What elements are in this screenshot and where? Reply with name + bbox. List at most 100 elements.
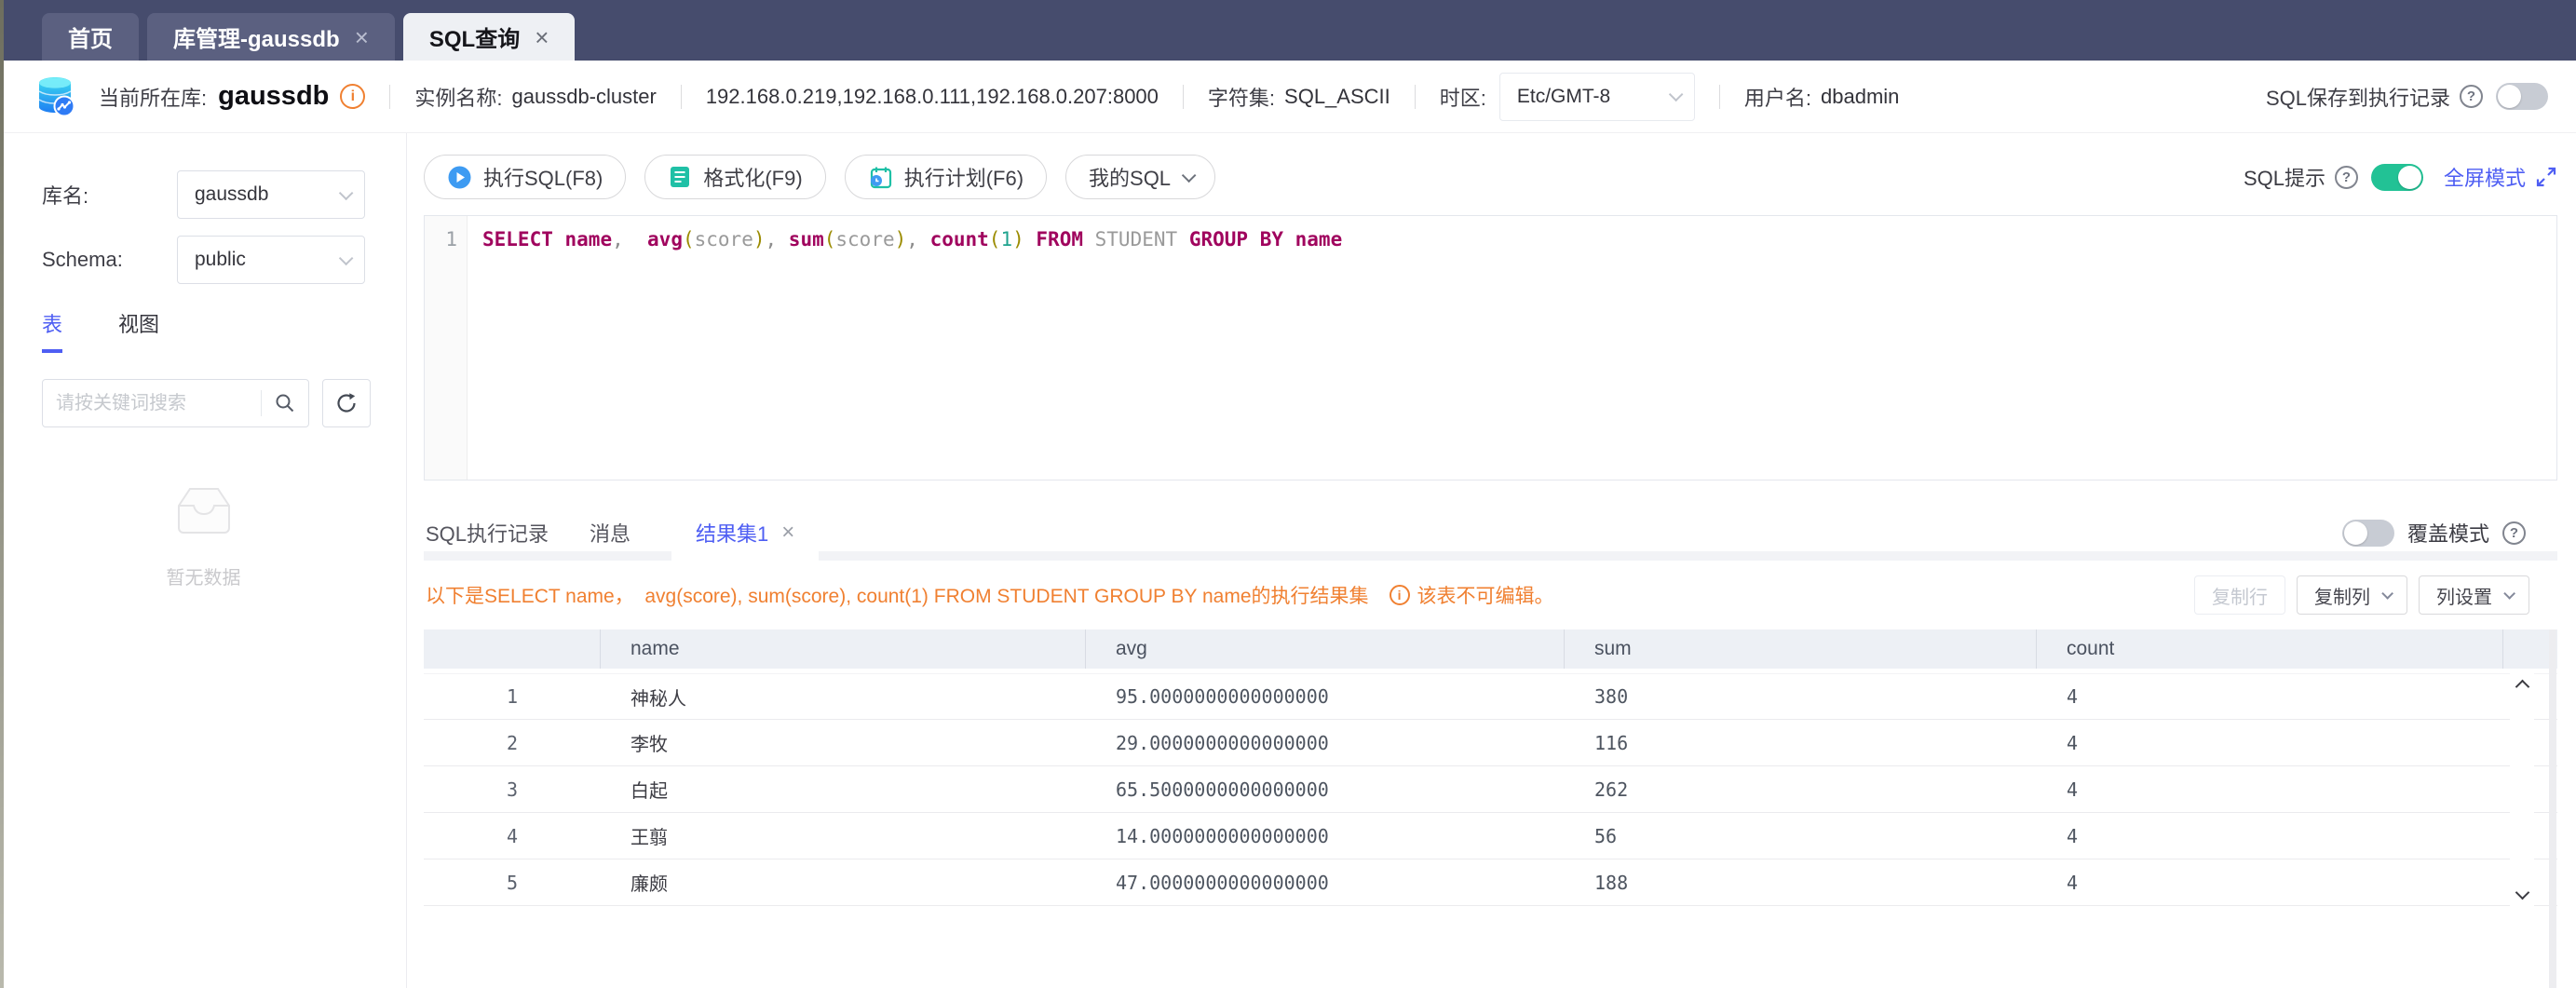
cell-sum[interactable]: 56	[1565, 825, 2037, 847]
scroll-up-icon[interactable]	[2515, 679, 2529, 695]
cell-avg[interactable]: 65.5000000000000000	[1086, 778, 1565, 801]
info-icon[interactable]: i	[340, 84, 366, 109]
header-name[interactable]: name	[601, 629, 1086, 669]
my-sql-button[interactable]: 我的SQL	[1065, 155, 1216, 199]
tab-db-management-label: 库管理-gaussdb	[173, 27, 340, 52]
table-scrollbar[interactable]	[2510, 673, 2534, 906]
db-select[interactable]: gaussdb	[177, 170, 365, 219]
table-row[interactable]: 1 神秘人 95.0000000000000000 380 4	[424, 673, 2557, 720]
header-avg[interactable]: avg	[1086, 629, 1565, 669]
charset-label: 字符集:	[1207, 86, 1276, 110]
format-sql-button[interactable]: 格式化(F9)	[644, 155, 826, 199]
divider	[1182, 84, 1184, 109]
play-icon	[448, 166, 471, 188]
sql-code-line: SELECT name, avg(score), sum(score), cou…	[482, 228, 1343, 250]
fullscreen-button[interactable]: 全屏模式	[2444, 162, 2557, 192]
save-history-label: SQL保存到执行记录	[2265, 86, 2450, 110]
question-icon[interactable]: ?	[2460, 85, 2483, 108]
format-label: 格式化(F9)	[703, 167, 803, 190]
result-message-row: 以下是SELECT name， avg(score), sum(score), …	[424, 574, 2557, 616]
cell-name[interactable]: 廉颇	[601, 869, 1086, 896]
tab-home[interactable]: 首页	[42, 13, 139, 61]
sql-hint-toggle[interactable]	[2370, 163, 2423, 191]
table-row[interactable]: 3 白起 65.5000000000000000 262 4	[424, 766, 2557, 813]
readonly-note-text: 该表不可编辑。	[1417, 586, 1554, 607]
table-row[interactable]: 5 廉颇 47.0000000000000000 188 4	[424, 859, 2557, 906]
cell-avg[interactable]: 47.0000000000000000	[1086, 872, 1565, 894]
cell-sum[interactable]: 116	[1565, 732, 2037, 754]
question-icon[interactable]: ?	[2502, 521, 2526, 545]
schema-select-label: Schema:	[42, 248, 123, 271]
tab-sql-history[interactable]: SQL执行记录	[426, 505, 549, 561]
fullscreen-icon	[2536, 167, 2556, 187]
tab-messages[interactable]: 消息	[590, 505, 630, 561]
run-sql-label: 执行SQL(F8)	[483, 167, 603, 190]
overwrite-toggle[interactable]	[2341, 519, 2394, 547]
run-sql-button[interactable]: 执行SQL(F8)	[424, 155, 627, 199]
cell-avg[interactable]: 29.0000000000000000	[1086, 732, 1565, 754]
table-row[interactable]: 4 王翦 14.0000000000000000 56 4	[424, 813, 2557, 859]
header-sum[interactable]: sum	[1565, 629, 2037, 669]
tab-tables[interactable]: 表	[42, 308, 63, 353]
tab-views[interactable]: 视图	[118, 308, 159, 353]
table-row[interactable]: 2 李牧 29.0000000000000000 116 4	[424, 720, 2557, 766]
cell-sum[interactable]: 262	[1565, 778, 2037, 801]
close-icon[interactable]: ×	[781, 520, 794, 546]
cell-count[interactable]: 4	[2037, 825, 2503, 847]
schema-select[interactable]: public	[177, 236, 365, 284]
row-number-cell[interactable]: 3	[424, 778, 601, 801]
copy-column-button[interactable]: 复制列	[2297, 575, 2407, 615]
scroll-down-icon[interactable]	[2515, 885, 2529, 900]
overwrite-label: 覆盖模式	[2407, 522, 2489, 546]
column-settings-button[interactable]: 列设置	[2419, 575, 2529, 615]
row-number-cell[interactable]: 1	[424, 685, 601, 708]
schema-select-value: public	[195, 249, 246, 270]
close-icon[interactable]: ×	[355, 25, 369, 49]
tab-sql-query[interactable]: SQL查询 ×	[402, 13, 576, 61]
cell-count[interactable]: 4	[2037, 685, 2503, 708]
cell-name[interactable]: 白起	[601, 776, 1086, 803]
header-row-number	[424, 629, 601, 669]
cell-name[interactable]: 王翦	[601, 822, 1086, 849]
cell-name[interactable]: 李牧	[601, 729, 1086, 756]
search-input[interactable]	[43, 392, 261, 414]
header-count[interactable]: count	[2037, 629, 2503, 669]
save-history-toggle[interactable]	[2496, 83, 2548, 110]
current-db-value: gaussdb	[218, 81, 330, 111]
line-number: 1	[445, 228, 457, 250]
question-icon[interactable]: ?	[2334, 165, 2358, 189]
row-number-cell[interactable]: 5	[424, 872, 601, 894]
tab-result-set-1[interactable]: 结果集1 ×	[671, 505, 820, 561]
db-select-label: 库名:	[42, 184, 89, 208]
column-settings-label: 列设置	[2436, 587, 2492, 608]
timezone-value: Etc/GMT-8	[1516, 85, 1611, 107]
cell-count[interactable]: 4	[2037, 778, 2503, 801]
close-icon[interactable]: ×	[535, 25, 549, 49]
cell-count[interactable]: 4	[2037, 872, 2503, 894]
tab-db-management[interactable]: 库管理-gaussdb ×	[147, 13, 395, 61]
cell-name[interactable]: 神秘人	[601, 683, 1086, 711]
connection-header: 当前所在库: gaussdb i 实例名称: gaussdb-cluster 1…	[0, 61, 2576, 133]
copy-row-button[interactable]: 复制行	[2194, 575, 2285, 615]
result-table: name avg sum count 1 神秘人 95.00000000000000…	[424, 629, 2557, 988]
timezone-select[interactable]: Etc/GMT-8	[1498, 72, 1695, 121]
refresh-icon	[337, 393, 356, 413]
row-number-cell[interactable]: 2	[424, 732, 601, 754]
copy-row-label: 复制行	[2212, 587, 2268, 608]
result-table-body: 1 神秘人 95.0000000000000000 380 4 2 李牧 29.0000000…	[424, 673, 2557, 906]
cell-avg[interactable]: 95.0000000000000000	[1086, 685, 1565, 708]
search-button[interactable]	[262, 380, 308, 426]
explain-plan-button[interactable]: 执行计划(F6)	[844, 155, 1048, 199]
refresh-button[interactable]	[322, 379, 371, 427]
object-browser-sidebar: 库名: gaussdb Schema: public 表 视图 请按关键词搜索 …	[0, 133, 407, 988]
row-number-cell[interactable]: 4	[424, 825, 601, 847]
page-scrollbar-track[interactable]	[2549, 629, 2556, 988]
empty-state-text: 暂无数据	[166, 568, 241, 589]
cell-sum[interactable]: 188	[1565, 872, 2037, 894]
tab-result-set-1-label: 结果集1	[696, 522, 769, 546]
sql-editor[interactable]: 1 SELECT name, avg(score), sum(score), c…	[424, 215, 2557, 480]
cell-avg[interactable]: 14.0000000000000000	[1086, 825, 1565, 847]
chevron-down-icon	[2503, 587, 2515, 600]
cell-count[interactable]: 4	[2037, 732, 2503, 754]
cell-sum[interactable]: 380	[1565, 685, 2037, 708]
